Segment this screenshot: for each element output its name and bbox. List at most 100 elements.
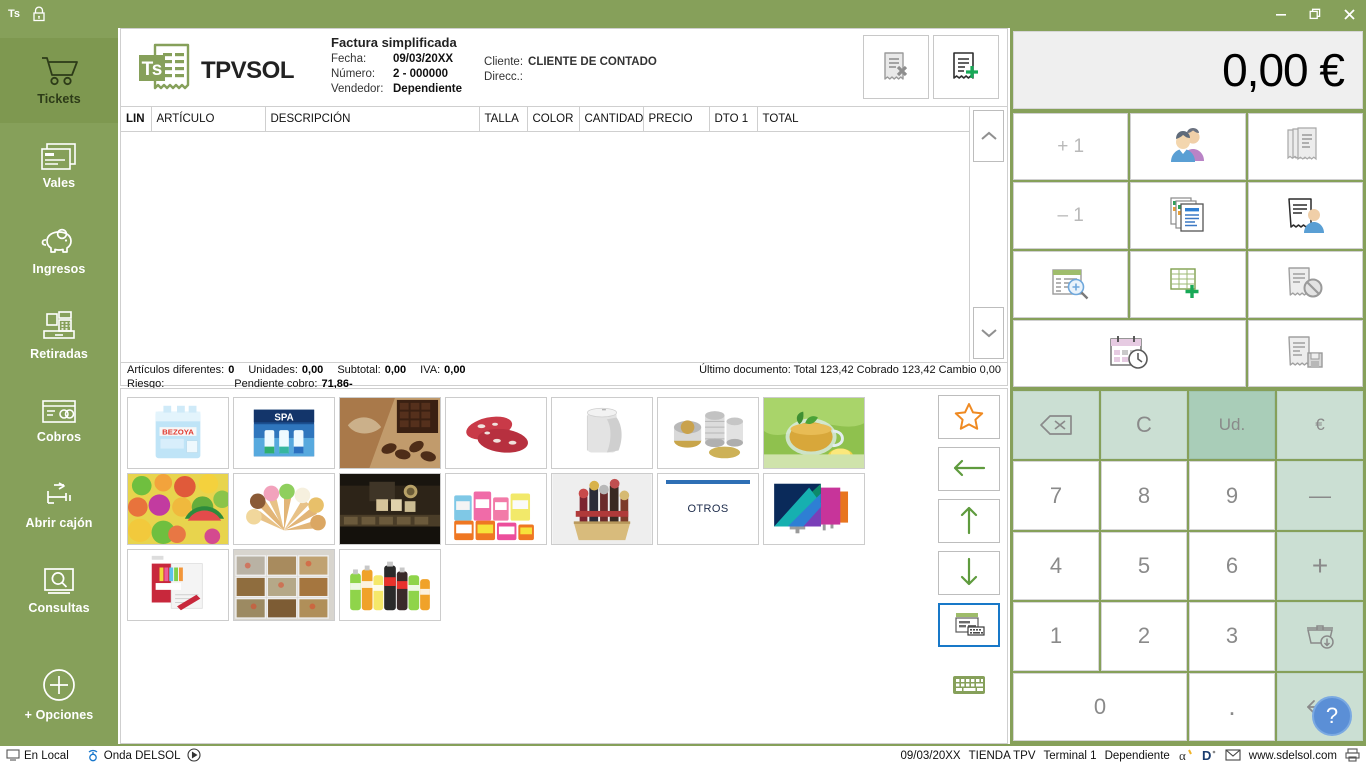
col-descripcion[interactable]: DESCRIPCIÓN: [265, 107, 480, 132]
favourites-button[interactable]: [938, 395, 1000, 439]
customer-block: Cliente: CLIENTE DE CONTADO Direcc.:: [462, 29, 657, 85]
decrement-button[interactable]: – 1: [1013, 182, 1129, 249]
search-line-button[interactable]: [1013, 251, 1129, 318]
onda-delsol-item[interactable]: Onda DELSOL: [86, 748, 180, 765]
save-receipt-button[interactable]: [1247, 320, 1363, 387]
decimal-key[interactable]: .: [1189, 672, 1275, 741]
plus-key[interactable]: +: [1277, 531, 1363, 601]
en-local-item[interactable]: En Local: [6, 748, 69, 764]
document-header: Ts TPVSOL Factura simplificada Fecha: 09…: [121, 29, 1007, 107]
app-tag: Ts: [8, 8, 21, 20]
col-articulo[interactable]: ARTÍCULO: [151, 107, 266, 132]
key-6[interactable]: 6: [1189, 531, 1275, 601]
key-8[interactable]: 8: [1101, 461, 1187, 530]
documents-stack-icon: [1284, 126, 1326, 167]
col-precio[interactable]: PRECIO: [643, 107, 710, 132]
key-9[interactable]: 9: [1189, 461, 1275, 530]
close-button[interactable]: [1332, 0, 1366, 28]
product-nav-column: [931, 389, 1007, 743]
cancel-receipt-button[interactable]: [1247, 251, 1363, 318]
increment-button[interactable]: + 1: [1013, 113, 1129, 180]
add-line-button[interactable]: [1130, 251, 1246, 318]
key-1[interactable]: 1: [1013, 602, 1099, 671]
scroll-down-button[interactable]: [973, 307, 1004, 359]
tile-canned-food[interactable]: [657, 397, 759, 469]
col-lin[interactable]: LIN: [121, 107, 152, 132]
sidebar-item-opciones[interactable]: + Opciones: [0, 651, 118, 736]
tile-prepared-food[interactable]: [233, 549, 335, 621]
back-button[interactable]: [938, 447, 1000, 491]
sidebar-item-abrir-cajon[interactable]: Abrir cajón: [0, 463, 118, 548]
tile-ice-cream[interactable]: [233, 473, 335, 545]
key-5[interactable]: 5: [1101, 531, 1187, 601]
alpha-icon[interactable]: α: [1178, 748, 1194, 765]
mail-icon[interactable]: [1225, 748, 1241, 764]
keyboard-view-button[interactable]: [938, 603, 1000, 647]
page-up-button[interactable]: [938, 499, 1000, 543]
totals-key-unidades: Unidades:: [248, 364, 298, 376]
pending-orders-button[interactable]: [1013, 320, 1246, 387]
key-7[interactable]: 7: [1013, 461, 1099, 530]
radio-icon: [86, 748, 100, 765]
tile-tea[interactable]: [763, 397, 865, 469]
key-3[interactable]: 3: [1189, 602, 1275, 671]
tile-cleaning[interactable]: [445, 473, 547, 545]
col-talla[interactable]: TALLA: [479, 107, 528, 132]
sidebar-item-tickets[interactable]: Tickets: [0, 38, 118, 123]
minimize-button[interactable]: [1264, 0, 1298, 28]
tile-soft-drinks[interactable]: [339, 549, 441, 621]
key-4[interactable]: 4: [1013, 531, 1099, 601]
document-panel: Ts TPVSOL Factura simplificada Fecha: 09…: [120, 28, 1008, 390]
en-local-label: En Local: [24, 750, 69, 762]
customer-receipt-button[interactable]: [1247, 182, 1363, 249]
lock-icon[interactable]: [32, 6, 46, 22]
onscreen-keyboard-toggle[interactable]: [952, 673, 986, 700]
tile-coffee[interactable]: [339, 473, 441, 545]
scale-key[interactable]: [1277, 602, 1363, 671]
printer-icon[interactable]: [1345, 747, 1360, 765]
clear-key[interactable]: C: [1101, 391, 1187, 460]
minus-key[interactable]: —: [1277, 461, 1363, 530]
new-document-button[interactable]: [933, 35, 999, 99]
help-button[interactable]: ?: [1312, 696, 1352, 736]
arrow-up-icon: [959, 505, 979, 538]
sidebar-item-cobros[interactable]: Cobros: [0, 378, 118, 463]
col-color[interactable]: COLOR: [527, 107, 580, 132]
lines-empty-area[interactable]: [121, 131, 1007, 337]
sidebar-item-label: Tickets: [37, 92, 81, 106]
delete-document-button[interactable]: [863, 35, 929, 99]
col-cantidad[interactable]: CANTIDAD: [579, 107, 644, 132]
tile-spa-water[interactable]: SPA: [233, 397, 335, 469]
units-key[interactable]: Ud.: [1189, 391, 1275, 460]
tile-fruit[interactable]: [127, 473, 229, 545]
tile-gift-basket[interactable]: [551, 473, 653, 545]
key-2[interactable]: 2: [1101, 602, 1187, 671]
euro-key[interactable]: €: [1277, 391, 1363, 460]
tile-otros[interactable]: OTROS: [657, 473, 759, 545]
document-header-buttons: [863, 35, 999, 99]
col-dto1[interactable]: DTO 1: [709, 107, 758, 132]
key-0[interactable]: 0: [1013, 672, 1187, 741]
documents-list-button[interactable]: [1247, 113, 1363, 180]
question-mark-icon: ?: [1325, 703, 1339, 728]
delsol-d-icon[interactable]: D: [1202, 748, 1217, 765]
tile-bottled-water[interactable]: BEZOYA: [127, 397, 229, 469]
select-customer-button[interactable]: [1130, 113, 1246, 180]
tile-paper-roll[interactable]: [551, 397, 653, 469]
website-link[interactable]: www.sdelsol.com: [1249, 750, 1337, 762]
address-key: Direcc.:: [484, 71, 523, 83]
tile-cocoa-chocolate[interactable]: [339, 397, 441, 469]
scroll-up-button[interactable]: [973, 110, 1004, 162]
backspace-key[interactable]: [1013, 391, 1099, 460]
tile-meat[interactable]: [445, 397, 547, 469]
page-down-button[interactable]: [938, 551, 1000, 595]
play-button[interactable]: [187, 747, 202, 765]
tile-stationery[interactable]: [127, 549, 229, 621]
tile-television[interactable]: [763, 473, 865, 545]
sidebar-item-consultas[interactable]: Consultas: [0, 548, 118, 633]
sidebar-item-ingresos[interactable]: Ingresos: [0, 208, 118, 293]
sidebar-item-vales[interactable]: Vales: [0, 123, 118, 208]
sidebar-item-retiradas[interactable]: Retiradas: [0, 293, 118, 378]
restore-button[interactable]: [1298, 0, 1332, 28]
copy-documents-button[interactable]: [1130, 182, 1246, 249]
